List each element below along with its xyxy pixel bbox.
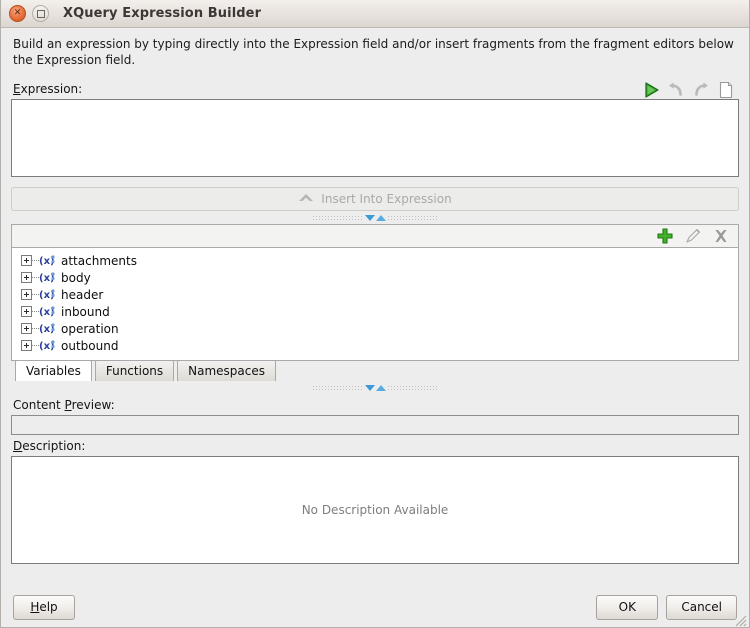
content-preview-input[interactable]	[11, 415, 739, 435]
variable-icon: (x)	[39, 305, 56, 318]
help-button[interactable]: Help	[13, 594, 75, 620]
triangle-down-icon[interactable]	[364, 214, 375, 221]
tree-row[interactable]: (x) attachments	[12, 252, 738, 269]
expression-input[interactable]	[11, 99, 739, 177]
tree-connector	[32, 276, 39, 279]
chevron-up-icon	[298, 192, 314, 207]
expression-label: Expression:	[13, 82, 83, 96]
splitter-top[interactable]	[11, 211, 739, 224]
dialog-footer: Help OK Cancel	[1, 587, 749, 627]
variables-tree[interactable]: (x) attachments (x) body (x) header (x) …	[12, 247, 738, 360]
tree-row[interactable]: (x) header	[12, 286, 738, 303]
tab-functions[interactable]: Functions	[94, 360, 175, 381]
tree-item-label: inbound	[61, 304, 110, 319]
cancel-button[interactable]: Cancel	[666, 594, 737, 620]
tree-item-label: outbound	[61, 338, 119, 353]
triangle-up-icon[interactable]	[375, 214, 386, 221]
variable-icon: (x)	[39, 322, 56, 335]
tree-toolbar	[12, 225, 738, 247]
tree-row[interactable]: (x) operation	[12, 320, 738, 337]
tree-connector	[32, 327, 39, 330]
tree-connector	[32, 310, 39, 313]
dialog-window: ✕ XQuery Expression Builder Build an exp…	[0, 0, 750, 628]
tree-row[interactable]: (x) body	[12, 269, 738, 286]
triangle-down-icon[interactable]	[364, 384, 375, 391]
splitter-dots-right	[386, 385, 439, 390]
tree-item-label: header	[61, 287, 104, 302]
tab-variables[interactable]: Variables	[15, 360, 92, 381]
close-icon: ✕	[13, 8, 22, 18]
window-title: XQuery Expression Builder	[63, 6, 262, 21]
ok-button[interactable]: OK	[596, 594, 659, 620]
title-bar: ✕ XQuery Expression Builder	[1, 0, 749, 28]
variable-icon: (x)	[39, 288, 56, 301]
insert-into-expression-button[interactable]: Insert Into Expression	[11, 187, 739, 211]
description-box: No Description Available	[11, 456, 739, 564]
tree-connector	[32, 344, 39, 347]
footer-actions: OK Cancel	[596, 594, 737, 620]
intro-text: Build an expression by typing directly i…	[13, 37, 734, 67]
redo-icon	[692, 81, 710, 99]
variable-icon: (x)	[39, 271, 56, 284]
tree-item-label: body	[61, 270, 91, 285]
tree-row[interactable]: (x) outbound	[12, 337, 738, 354]
variable-icon: (x)	[39, 339, 56, 352]
tree-item-label: operation	[61, 321, 119, 336]
expander-icon[interactable]	[21, 323, 32, 334]
fragment-editor-panel: (x) attachments (x) body (x) header (x) …	[11, 224, 739, 361]
tree-row[interactable]: (x) inbound	[12, 303, 738, 320]
triangle-up-icon[interactable]	[375, 384, 386, 391]
splitter-dots-left	[311, 215, 364, 220]
new-document-icon	[717, 81, 735, 99]
expander-icon[interactable]	[21, 340, 32, 351]
description-label: Description:	[13, 439, 86, 453]
splitter-dots-right	[386, 215, 439, 220]
content-preview-label: Content Preview:	[13, 398, 115, 412]
splitter-dots-left	[311, 385, 364, 390]
run-icon[interactable]	[642, 81, 660, 99]
description-placeholder: No Description Available	[301, 503, 449, 517]
resize-grip-icon[interactable]	[734, 612, 747, 627]
tree-item-label: attachments	[61, 253, 137, 268]
maximize-button[interactable]	[32, 5, 49, 22]
expander-icon[interactable]	[21, 255, 32, 266]
expression-header: Expression:	[11, 78, 739, 99]
add-icon[interactable]	[656, 227, 674, 245]
delete-icon	[712, 227, 730, 245]
expander-icon[interactable]	[21, 306, 32, 317]
expander-icon[interactable]	[21, 289, 32, 300]
fragment-editor-tabs: Variables Functions Namespaces	[11, 360, 739, 381]
expression-toolbar	[642, 81, 739, 99]
splitter-bottom[interactable]	[11, 381, 739, 394]
variable-icon: (x)	[39, 254, 56, 267]
edit-pencil-icon	[684, 227, 702, 245]
dialog-content: Build an expression by typing directly i…	[1, 28, 749, 564]
tree-connector	[32, 293, 39, 296]
insert-into-expression-label: Insert Into Expression	[321, 192, 452, 206]
maximize-icon	[36, 9, 45, 18]
expander-icon[interactable]	[21, 272, 32, 283]
close-button[interactable]: ✕	[9, 5, 26, 22]
undo-icon	[667, 81, 685, 99]
tree-connector	[32, 259, 39, 262]
tab-namespaces[interactable]: Namespaces	[177, 360, 276, 381]
